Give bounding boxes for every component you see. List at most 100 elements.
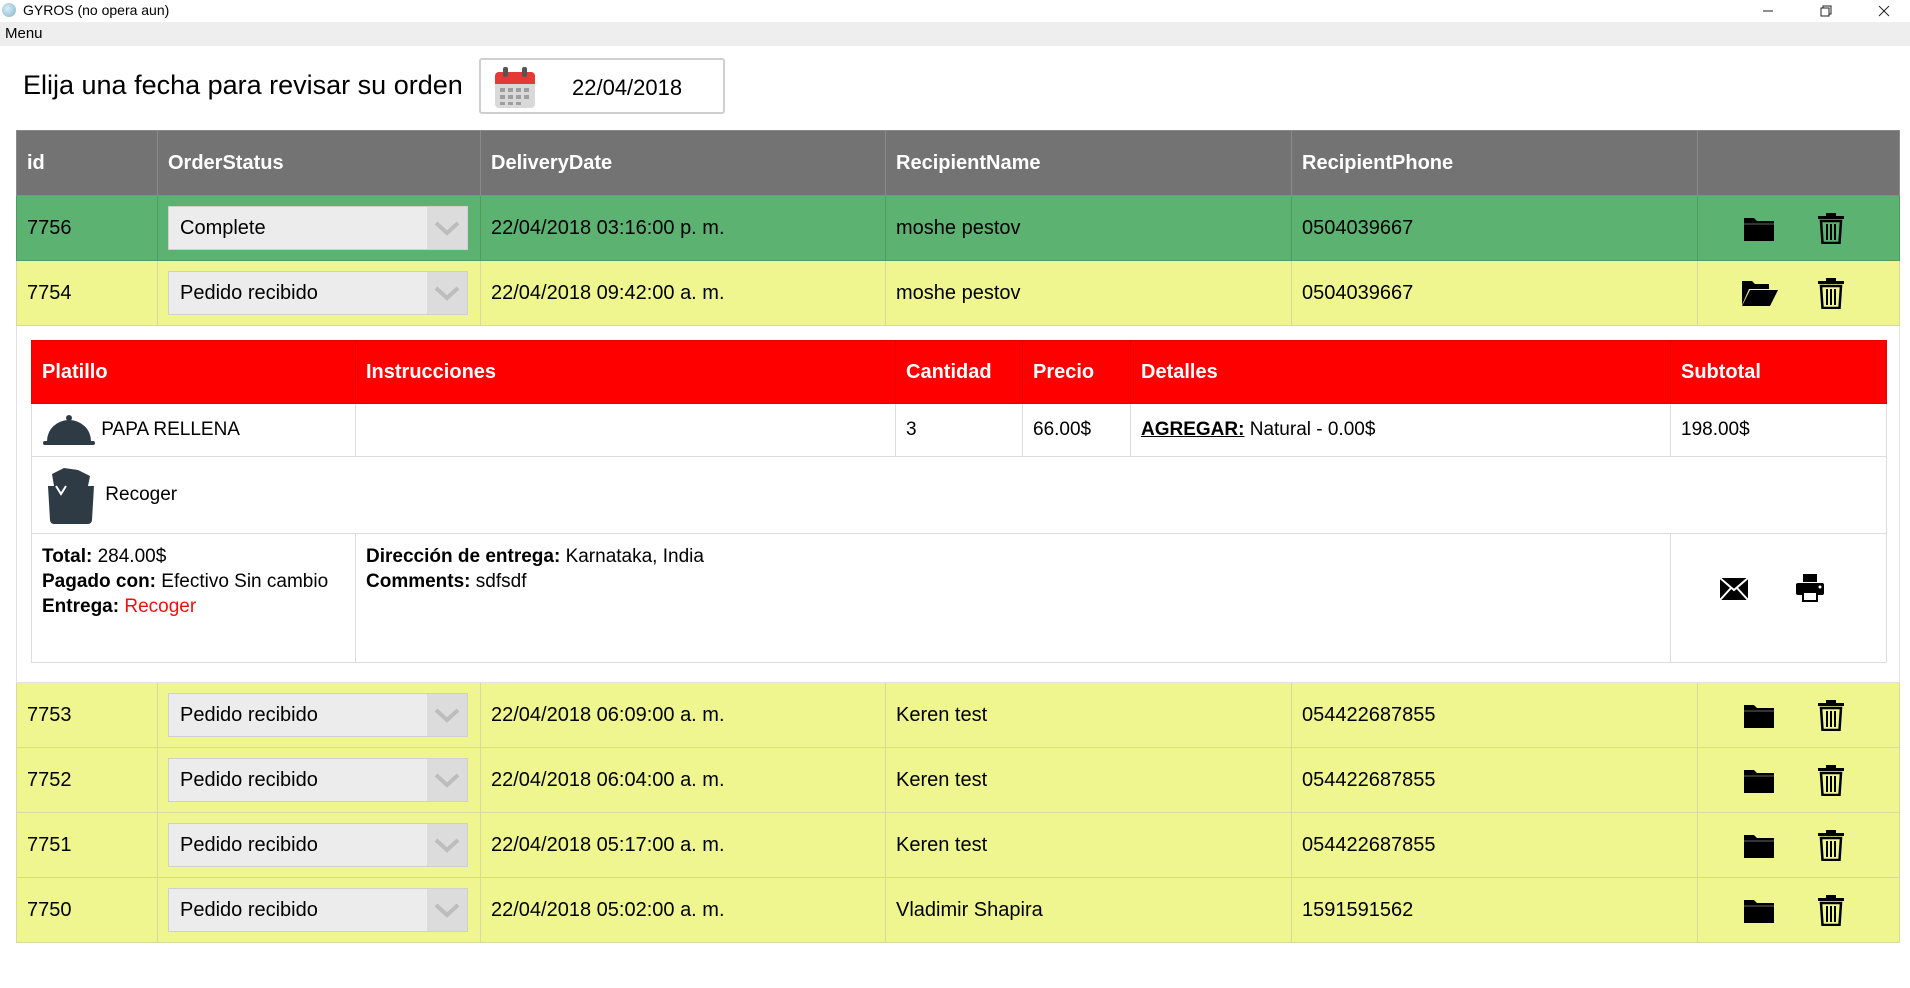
cell-status: Pedido recibido [157, 812, 481, 878]
table-row[interactable]: 7751 Pedido recibido 22/04/2018 05:17:00… [16, 812, 1900, 878]
order-status-select[interactable]: Complete [168, 206, 468, 250]
cell-instrucciones [355, 403, 896, 457]
chevron-down-icon [427, 824, 467, 866]
header-platillo: Platillo [31, 340, 356, 404]
pickup-row: Recoger [31, 456, 1887, 534]
header-precio: Precio [1022, 340, 1131, 404]
date-picker[interactable]: 22/04/2018 [479, 58, 725, 114]
cloche-icon [43, 415, 95, 445]
order-status-select[interactable]: Pedido recibido [168, 693, 468, 737]
order-status-value: Pedido recibido [180, 769, 318, 791]
menu-item-menu[interactable]: Menu [5, 25, 43, 42]
chevron-down-icon [427, 759, 467, 801]
total-label: Total: [42, 546, 93, 567]
table-row[interactable]: 7752 Pedido recibido 22/04/2018 06:04:00… [16, 747, 1900, 813]
chevron-down-icon [427, 889, 467, 931]
printer-icon[interactable] [1795, 573, 1825, 603]
details-label: AGREGAR: [1141, 419, 1245, 440]
cell-recipient-phone: 1591591562 [1291, 877, 1698, 943]
order-status-select[interactable]: Pedido recibido [168, 758, 468, 802]
order-status-select[interactable]: Pedido recibido [168, 823, 468, 867]
envelope-icon[interactable] [1719, 577, 1749, 601]
cell-id: 7751 [16, 812, 158, 878]
minimize-button[interactable] [1745, 0, 1791, 22]
table-row[interactable]: 7756 Complete 22/04/2018 03:16:00 p. m. … [16, 195, 1900, 261]
folder-icon[interactable] [1743, 896, 1775, 924]
folder-icon[interactable] [1743, 831, 1775, 859]
cell-actions [1697, 877, 1900, 943]
folder-icon[interactable] [1743, 766, 1775, 794]
cell-subtotal: 198.00$ [1670, 403, 1887, 457]
folder-icon[interactable] [1743, 701, 1775, 729]
payment-summary-cell: Total: 284.00$ Pagado con: Efectivo Sin … [31, 533, 356, 663]
comments-label: Comments: [366, 571, 471, 592]
order-status-value: Pedido recibido [180, 282, 318, 304]
header-order-status[interactable]: OrderStatus [157, 130, 481, 196]
table-row[interactable]: 7754 Pedido recibido 22/04/2018 09:42:00… [16, 260, 1900, 326]
cell-status: Pedido recibido [157, 747, 481, 813]
calendar-icon [495, 67, 535, 108]
cell-recipient-name: Keren test [885, 812, 1292, 878]
order-items-table: Platillo Instrucciones Cantidad Precio D… [31, 340, 1887, 663]
restore-button[interactable] [1803, 0, 1849, 22]
address-value: Karnataka, India [565, 546, 704, 567]
cell-actions [1697, 195, 1900, 261]
cell-id: 7756 [16, 195, 158, 261]
trash-icon[interactable] [1817, 894, 1845, 926]
cell-delivery-date: 22/04/2018 05:02:00 a. m. [480, 877, 886, 943]
menu-bar: Menu [0, 22, 1910, 46]
summary-actions-cell [1670, 533, 1887, 663]
header-instrucciones: Instrucciones [355, 340, 896, 404]
folder-open-icon[interactable] [1741, 279, 1779, 307]
orders-table: id OrderStatus DeliveryDate RecipientNam… [16, 130, 1900, 943]
title-bar: GYROS (no opera aun) [0, 0, 1910, 22]
paid-label: Pagado con: [42, 571, 157, 592]
order-detail-row: Platillo Instrucciones Cantidad Precio D… [16, 325, 1900, 683]
cell-actions [1697, 747, 1900, 813]
date-value: 22/04/2018 [572, 75, 683, 100]
header-actions [1697, 130, 1900, 196]
paid-value: Efectivo Sin cambio [161, 571, 329, 592]
cell-id: 7753 [16, 682, 158, 748]
cell-status: Complete [157, 195, 481, 261]
folder-icon[interactable] [1743, 214, 1775, 242]
table-row[interactable]: 7750 Pedido recibido 22/04/2018 05:02:00… [16, 877, 1900, 943]
address-label: Dirección de entrega: [366, 546, 561, 567]
cell-precio: 66.00$ [1022, 403, 1131, 457]
trash-icon[interactable] [1817, 212, 1845, 244]
order-status-value: Pedido recibido [180, 899, 318, 921]
order-status-select[interactable]: Pedido recibido [168, 888, 468, 932]
order-item-row: PAPA RELLENA 3 66.00$ AGREGAR: Natural -… [31, 403, 1887, 457]
trash-icon[interactable] [1817, 277, 1845, 309]
cell-status: Pedido recibido [157, 877, 481, 943]
cell-detalles: AGREGAR: Natural - 0.00$ [1130, 403, 1671, 457]
order-status-value: Pedido recibido [180, 704, 318, 726]
trash-icon[interactable] [1817, 829, 1845, 861]
header-delivery-date[interactable]: DeliveryDate [480, 130, 886, 196]
order-status-value: Complete [180, 217, 266, 239]
header-id[interactable]: id [16, 130, 158, 196]
cell-cantidad: 3 [895, 403, 1023, 457]
cell-id: 7752 [16, 747, 158, 813]
header-recipient-phone[interactable]: RecipientPhone [1291, 130, 1698, 196]
date-prompt-label: Elija una fecha para revisar su orden [23, 70, 463, 100]
order-summary-row: Total: 284.00$ Pagado con: Efectivo Sin … [31, 533, 1887, 663]
cell-actions [1697, 682, 1900, 748]
header-subtotal: Subtotal [1670, 340, 1887, 404]
cell-id: 7750 [16, 877, 158, 943]
cell-platillo: PAPA RELLENA [31, 403, 356, 457]
trash-icon[interactable] [1817, 764, 1845, 796]
cell-recipient-phone: 054422687855 [1291, 747, 1698, 813]
trash-icon[interactable] [1817, 699, 1845, 731]
cell-delivery-date: 22/04/2018 06:04:00 a. m. [480, 747, 886, 813]
delivery-label: Entrega: [42, 596, 120, 617]
details-value: Natural - 0.00$ [1249, 419, 1376, 440]
close-button[interactable] [1861, 0, 1907, 22]
cell-delivery-date: 22/04/2018 03:16:00 p. m. [480, 195, 886, 261]
comments-value: sdfsdf [475, 571, 527, 592]
table-row[interactable]: 7753 Pedido recibido 22/04/2018 06:09:00… [16, 682, 1900, 748]
order-status-select[interactable]: Pedido recibido [168, 271, 468, 315]
cell-recipient-name: moshe pestov [885, 195, 1292, 261]
cell-status: Pedido recibido [157, 682, 481, 748]
header-recipient-name[interactable]: RecipientName [885, 130, 1292, 196]
